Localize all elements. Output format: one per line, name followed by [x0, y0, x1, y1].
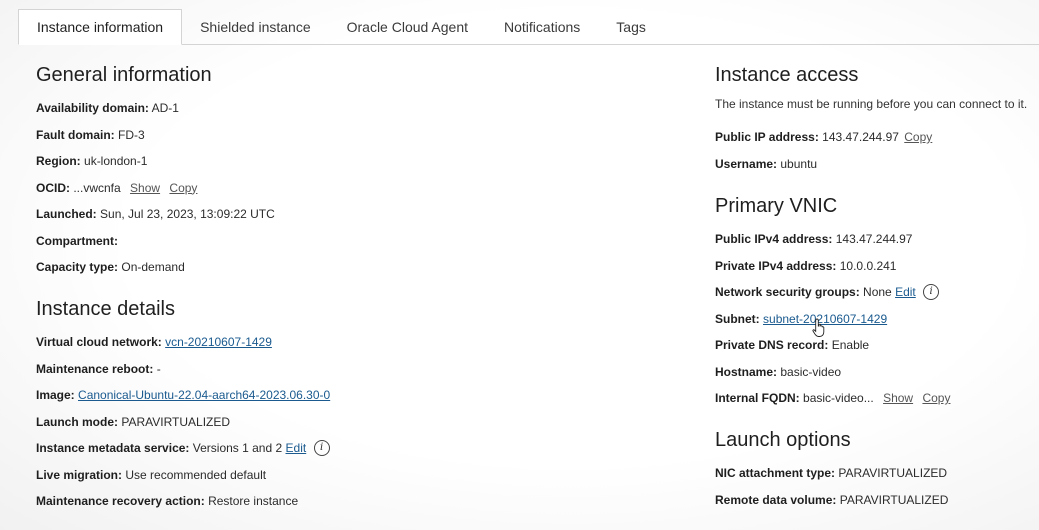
private-ipv4-row: Private IPv4 address: 10.0.0.241 — [715, 258, 1039, 274]
field-value: Sun, Jul 23, 2023, 13:09:22 UTC — [100, 207, 275, 221]
field-label: Instance metadata service: — [36, 441, 190, 455]
metadata-edit-link[interactable]: Edit — [286, 441, 307, 455]
nsg-edit-link[interactable]: Edit — [895, 285, 916, 299]
ocid-row: OCID: ...vwcnfa Show Copy — [36, 180, 676, 196]
username-row: Username: ubuntu — [715, 156, 1039, 172]
field-label: Compartment: — [36, 233, 119, 248]
ocid-show-link[interactable]: Show — [130, 181, 160, 195]
field-value: - — [156, 361, 161, 376]
field-label: Launch mode: — [36, 414, 119, 429]
vcn-row: Virtual cloud network: vcn-20210607-1429 — [36, 334, 676, 350]
field-label: Maintenance recovery action: — [36, 494, 205, 508]
field-value: AD-1 — [151, 101, 179, 115]
fqdn-show-link[interactable]: Show — [883, 391, 913, 405]
tab-shielded-instance[interactable]: Shielded instance — [182, 9, 329, 44]
field-label: Username: — [715, 157, 778, 171]
general-information-title: General information — [36, 64, 212, 86]
field-label: Public IPv4 address: — [715, 232, 833, 246]
ocid-copy-link[interactable]: Copy — [169, 181, 197, 195]
field-label: Launched: — [36, 207, 97, 221]
hostname-row: Hostname: basic-video — [715, 364, 1039, 380]
field-value: uk-london-1 — [84, 154, 148, 168]
field-label: Hostname: — [715, 364, 778, 379]
field-value: None — [863, 285, 892, 299]
instance-details-title: Instance details — [36, 298, 175, 320]
right-column: Instance access The instance must be run… — [715, 62, 1039, 508]
availability-domain-row: Availability domain: AD-1 — [36, 100, 676, 116]
instance-access-description: The instance must be running before you … — [715, 97, 1028, 111]
field-label: Private DNS record: — [715, 338, 829, 352]
launch-options-title: Launch options — [715, 429, 851, 451]
instance-access-title: Instance access — [715, 64, 859, 86]
fqdn-copy-link[interactable]: Copy — [922, 391, 950, 405]
field-value: On-demand — [121, 260, 185, 274]
field-value: FD-3 — [118, 127, 145, 142]
field-label: NIC attachment type: — [715, 466, 836, 480]
field-label: OCID: — [36, 180, 70, 195]
private-dns-row: Private DNS record: Enable — [715, 337, 1039, 353]
tab-instance-information[interactable]: Instance information — [18, 9, 183, 45]
field-label: Maintenance reboot: — [36, 361, 154, 376]
field-label: Live migration: — [36, 467, 123, 482]
tab-tags[interactable]: Tags — [598, 9, 664, 44]
field-value: 10.0.0.241 — [839, 258, 897, 273]
field-value: ...vwcnfa — [73, 180, 121, 195]
field-value: 143.47.244.97 — [835, 232, 913, 246]
field-label: Availability domain: — [36, 101, 149, 115]
field-value: PARAVIRTUALIZED — [839, 492, 949, 507]
live-migration-row: Live migration: Use recommended default — [36, 467, 676, 483]
field-label: Subnet: — [715, 311, 760, 326]
field-value: PARAVIRTUALIZED — [121, 414, 231, 429]
public-ipv4-row: Public IPv4 address: 143.47.244.97 — [715, 231, 1039, 247]
field-label: Fault domain: — [36, 127, 115, 142]
field-value: ubuntu — [780, 157, 818, 171]
region-row: Region: uk-london-1 — [36, 153, 676, 169]
capacity-type-row: Capacity type: On-demand — [36, 259, 676, 275]
compartment-row: Compartment: — [36, 233, 676, 249]
image-link[interactable]: Canonical-Ubuntu-22.04-aarch64-2023.06.3… — [78, 388, 330, 402]
metadata-service-row: Instance metadata service: Versions 1 an… — [36, 439, 676, 456]
field-label: Capacity type: — [36, 260, 119, 274]
info-icon[interactable]: i — [313, 439, 330, 456]
tab-notifications[interactable]: Notifications — [486, 9, 598, 44]
field-label: Internal FQDN: — [715, 391, 800, 405]
image-row: Image: Canonical-Ubuntu-22.04-aarch64-20… — [36, 387, 676, 403]
maintenance-reboot-row: Maintenance reboot: - — [36, 361, 676, 377]
launch-mode-row: Launch mode: PARAVIRTUALIZED — [36, 414, 676, 430]
launched-row: Launched: Sun, Jul 23, 2023, 13:09:22 UT… — [36, 206, 676, 222]
info-icon[interactable]: i — [923, 283, 940, 300]
hand-cursor-icon — [812, 318, 825, 337]
field-value: Enable — [831, 338, 870, 352]
field-value: basic-video... — [803, 391, 874, 405]
tab-oracle-cloud-agent[interactable]: Oracle Cloud Agent — [329, 9, 486, 44]
field-label: Remote data volume: — [715, 492, 837, 507]
remote-volume-row: Remote data volume: PARAVIRTUALIZED — [715, 492, 1039, 508]
fault-domain-row: Fault domain: FD-3 — [36, 127, 676, 143]
field-value: 143.47.244.97 — [822, 130, 899, 144]
field-label: Virtual cloud network: — [36, 335, 162, 349]
field-label: Public IP address: — [715, 130, 819, 144]
left-column: General information Availability domain:… — [36, 62, 676, 509]
nic-type-row: NIC attachment type: PARAVIRTUALIZED — [715, 465, 1039, 481]
vcn-link[interactable]: vcn-20210607-1429 — [165, 335, 272, 349]
subnet-row: Subnet: subnet-20210607-1429 — [715, 311, 1039, 327]
maintenance-recovery-row: Maintenance recovery action: Restore ins… — [36, 493, 676, 509]
field-value: Versions 1 and 2 — [192, 441, 283, 455]
tab-bar: Instance information Shielded instance O… — [18, 8, 1039, 45]
field-value: basic-video — [780, 364, 842, 379]
field-value: PARAVIRTUALIZED — [838, 466, 948, 480]
primary-vnic-title: Primary VNIC — [715, 195, 838, 217]
public-ip-copy-link[interactable]: Copy — [904, 130, 932, 144]
internal-fqdn-row: Internal FQDN: basic-video... Show Copy — [715, 390, 1039, 406]
field-label: Image: — [36, 388, 75, 402]
field-label: Region: — [36, 154, 81, 168]
field-value: Restore instance — [208, 494, 299, 508]
nsg-row: Network security groups: None Edit i — [715, 283, 1039, 300]
field-label: Network security groups: — [715, 285, 860, 299]
field-value: Use recommended default — [125, 467, 267, 482]
field-label: Private IPv4 address: — [715, 258, 837, 273]
public-ip-row: Public IP address: 143.47.244.97 Copy — [715, 129, 1039, 145]
